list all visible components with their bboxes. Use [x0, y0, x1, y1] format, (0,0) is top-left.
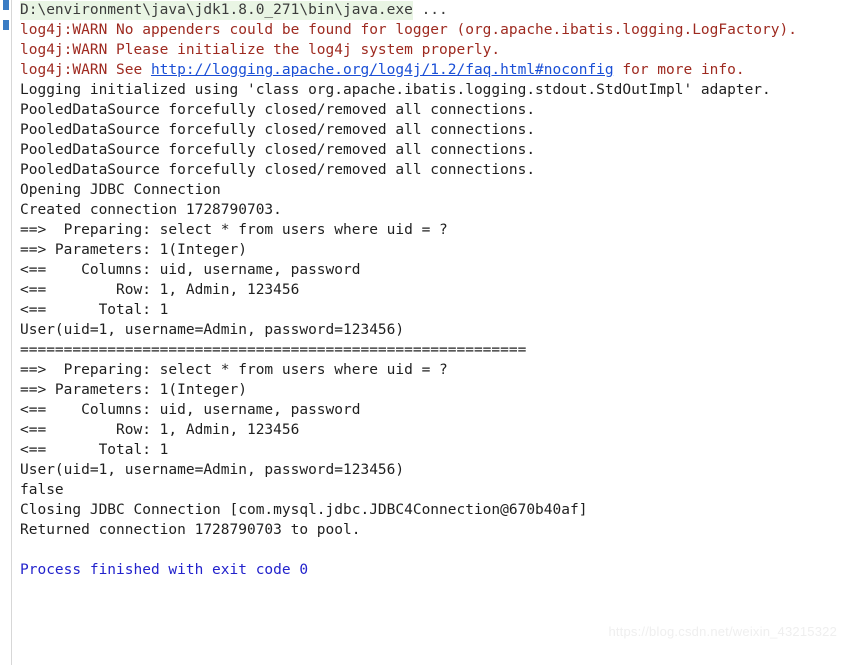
console-line-columns-1: <== Columns: uid, username, password	[20, 262, 361, 278]
console-line-opening-jdbc-connection: Opening JDBC Connection	[20, 182, 221, 198]
console-line-closing-jdbc-connection: Closing JDBC Connection [com.mysql.jdbc.…	[20, 502, 588, 518]
console-line-preparing-1: ==> Preparing: select * from users where…	[20, 222, 448, 238]
console-line-user-result-1: User(uid=1, username=Admin, password=123…	[20, 322, 405, 338]
console-line-parameters-2: ==> Parameters: 1(Integer)	[20, 382, 247, 398]
console-line-command: D:\environment\java\jdk1.8.0_271\bin\jav…	[20, 0, 843, 20]
console-line-pooled-datasource-2: PooledDataSource forcefully closed/remov…	[20, 122, 536, 138]
log4j-faq-link[interactable]: http://logging.apache.org/log4j/1.2/faq.…	[151, 62, 614, 78]
console-line-false: false	[20, 482, 64, 498]
console-line-log4j-warn-1: log4j:WARN No appenders could be found f…	[20, 22, 797, 38]
console-line-logging-initialized: Logging initialized using 'class org.apa…	[20, 82, 771, 98]
command-path-highlight: D:\environment\java\jdk1.8.0_271\bin\jav…	[20, 1, 413, 20]
console-line-row-1: <== Row: 1, Admin, 123456	[20, 282, 300, 298]
console-line-log4j-warn-3: log4j:WARN See http://logging.apache.org…	[20, 60, 843, 80]
console-line-returned-connection: Returned connection 1728790703 to pool.	[20, 522, 361, 538]
console-line-preparing-2: ==> Preparing: select * from users where…	[20, 362, 448, 378]
console-line-total-2: <== Total: 1	[20, 442, 169, 458]
console-line-user-result-2: User(uid=1, username=Admin, password=123…	[20, 462, 405, 478]
warn-suffix: for more info.	[613, 62, 745, 78]
console-line-separator: ========================================…	[20, 342, 527, 358]
console-line-pooled-datasource-4: PooledDataSource forcefully closed/remov…	[20, 162, 536, 178]
console-gutter[interactable]	[0, 0, 12, 665]
console-line-total-1: <== Total: 1	[20, 302, 169, 318]
console-window: D:\environment\java\jdk1.8.0_271\bin\jav…	[0, 0, 843, 665]
run-marker-icon[interactable]	[3, 0, 9, 10]
console-line-columns-2: <== Columns: uid, username, password	[20, 402, 361, 418]
console-output-area[interactable]: D:\environment\java\jdk1.8.0_271\bin\jav…	[12, 0, 843, 665]
run-marker-icon[interactable]	[3, 20, 9, 30]
console-line-parameters-1: ==> Parameters: 1(Integer)	[20, 242, 247, 258]
console-line-row-2: <== Row: 1, Admin, 123456	[20, 422, 300, 438]
warn-prefix: log4j:WARN See	[20, 62, 151, 78]
console-line-log4j-warn-2: log4j:WARN Please initialize the log4j s…	[20, 42, 501, 58]
console-line-created-connection: Created connection 1728790703.	[20, 202, 282, 218]
console-line-pooled-datasource-3: PooledDataSource forcefully closed/remov…	[20, 142, 536, 158]
console-line-pooled-datasource-1: PooledDataSource forcefully closed/remov…	[20, 102, 536, 118]
console-line-process-finished: Process finished with exit code 0	[20, 562, 309, 578]
command-args: ...	[412, 2, 448, 18]
